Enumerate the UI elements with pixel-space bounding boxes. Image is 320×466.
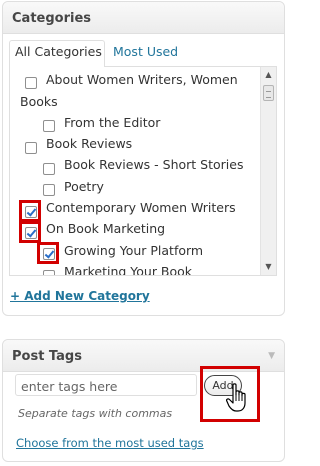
tab-all-categories-label: All Categories [15, 44, 102, 59]
post-tags-title: Post Tags [12, 349, 82, 364]
category-label: Contemporary Women Writers [46, 200, 236, 215]
tab-all-categories[interactable]: All Categories [9, 40, 105, 67]
category-label: On Book Marketing [46, 221, 166, 236]
scroll-up-arrow-icon[interactable]: ▲ [261, 67, 276, 83]
category-label: Book Reviews - Short Stories [64, 157, 244, 172]
scrollbar-thumb[interactable] [263, 85, 274, 101]
tags-input[interactable] [15, 374, 197, 396]
scroll-down-arrow-icon[interactable]: ▼ [261, 259, 276, 275]
category-label: About Women Writers, Women [46, 72, 238, 87]
category-label: Marketing Your Book [64, 264, 193, 276]
category-label: Poetry [64, 179, 104, 194]
category-label-continuation: Books [20, 94, 58, 109]
hand-pointer-cursor-icon [226, 383, 246, 412]
category-label: Growing Your Platform [64, 243, 204, 258]
categories-header[interactable]: Categories [3, 2, 284, 34]
add-new-category-link[interactable]: + Add New Category [10, 289, 150, 303]
highlight-box [37, 242, 59, 264]
collapse-arrow-icon[interactable]: ▼ [268, 351, 275, 361]
categories-title: Categories [12, 11, 92, 26]
category-checkbox[interactable] [43, 163, 55, 175]
most-used-tags-link[interactable]: Choose from the most used tags [16, 436, 204, 450]
category-checkbox[interactable] [43, 270, 55, 275]
highlight-box [19, 221, 41, 243]
category-tabs: All Categories Most Used [7, 40, 284, 67]
checklist-scrollbar[interactable]: ▲ ▼ [260, 67, 276, 275]
tags-hint: Separate tags with commas [18, 407, 173, 420]
category-checkbox[interactable] [43, 120, 55, 132]
category-label: Book Reviews [46, 136, 133, 151]
category-checkbox[interactable] [43, 184, 55, 196]
highlight-box [19, 200, 41, 222]
category-checkbox[interactable] [25, 77, 37, 89]
tab-most-used[interactable]: Most Used [113, 44, 178, 59]
category-label: From the Editor [64, 115, 161, 130]
category-checklist[interactable]: About Women Writers, Women Books From th… [9, 66, 277, 276]
category-checkbox[interactable] [25, 142, 37, 154]
